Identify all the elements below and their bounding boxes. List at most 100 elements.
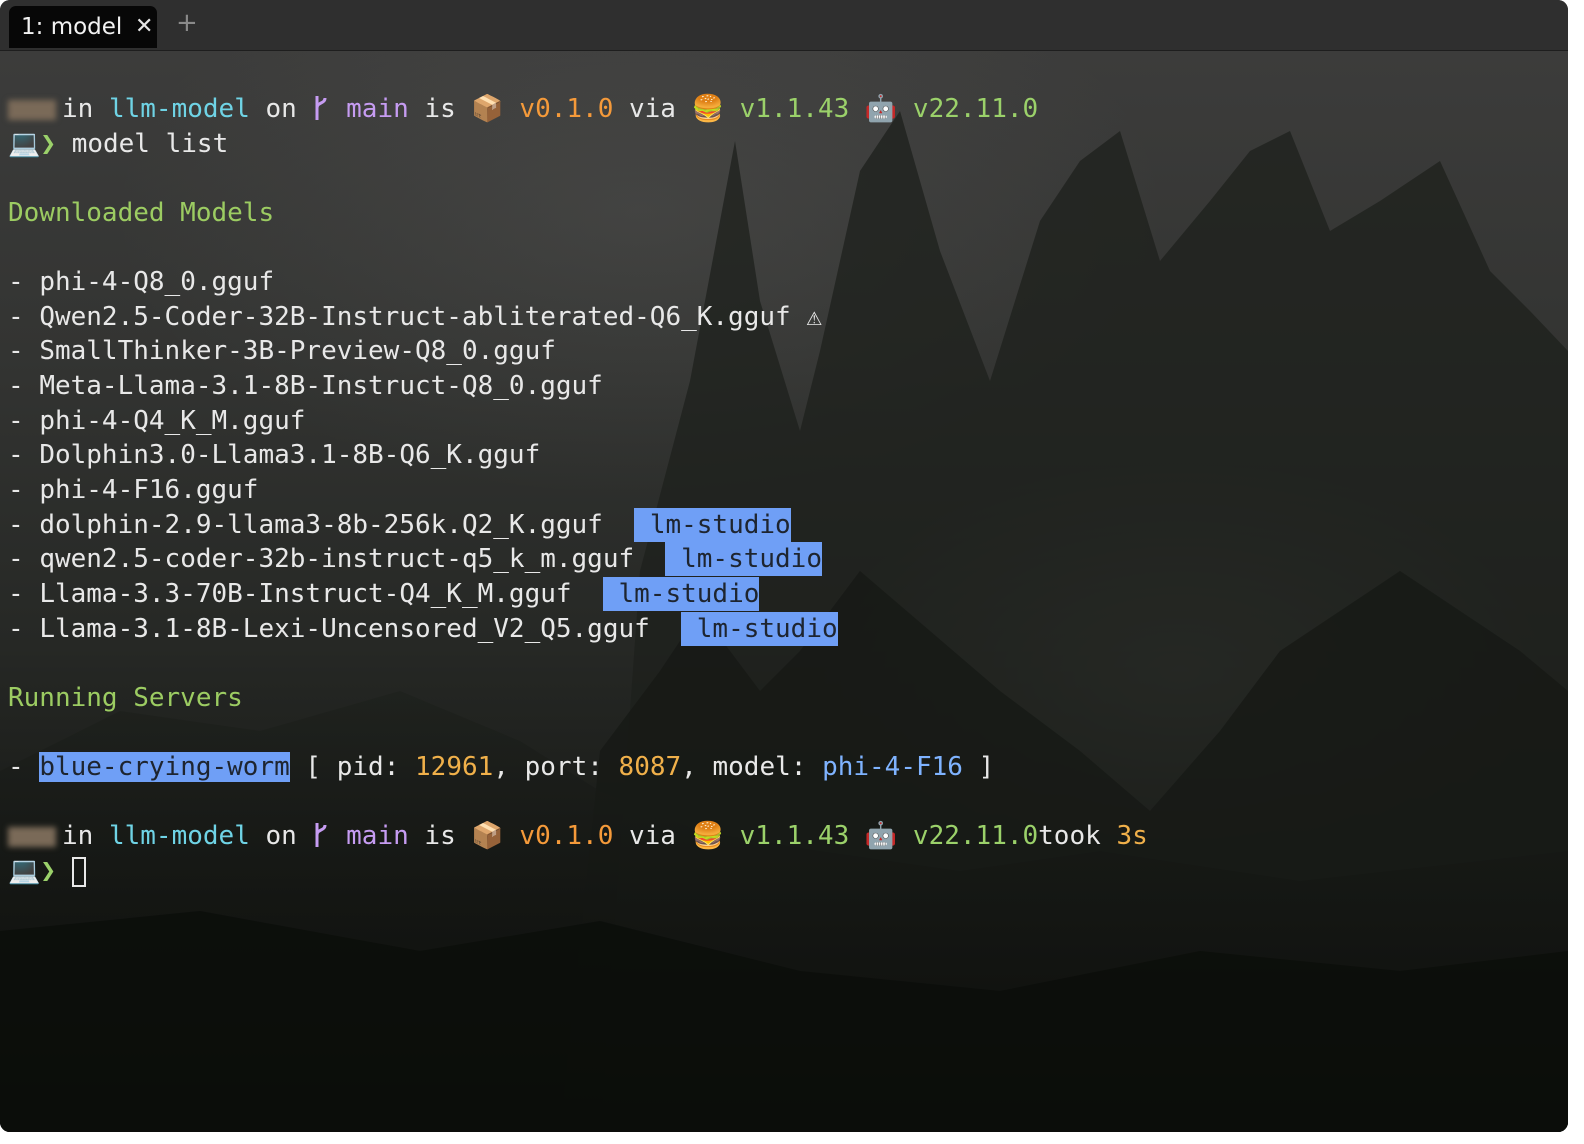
package-version: v0.1.0 [519,94,614,124]
package-version: v0.1.0 [519,821,614,851]
model-name: phi-4-Q8_0.gguf [39,267,275,297]
badge-label: lm-studio [649,510,791,540]
node-icon: 🤖 [864,94,898,124]
command-text: model list [71,129,229,159]
list-item: - qwen2.5-coder-32b-instruct-q5_k_m.gguf… [8,542,822,576]
git-branch-name: main [346,94,409,124]
prompt-directory: llm-model [108,821,250,851]
prompt-line-2: in llm-model on main is 📦 v0.1.0 via 🍔 v… [8,819,1148,853]
running-servers-heading: Running Servers [8,683,243,713]
list-dash: - [8,752,24,782]
prompt-in: in [62,821,94,851]
badge-label: lm-studio [681,544,822,574]
close-icon[interactable]: ✕ [135,6,153,48]
list-item: - Qwen2.5-Coder-32B-Instruct-abliterated… [8,300,822,334]
model-name: SmallThinker-3B-Preview-Q8_0.gguf [39,336,556,366]
prompt-arrow: ❯ [40,856,57,886]
new-tab-icon[interactable]: + [176,8,198,38]
prompt-is: is [424,94,456,124]
port-label: port: [524,752,603,782]
package-icon: 📦 [471,821,504,851]
git-branch-icon [312,819,330,853]
list-dash: - [8,579,24,609]
list-item: - Llama-3.3-70B-Instruct-Q4_K_M.gguf lm-… [8,577,760,611]
prompt-arrow: ❯ [40,129,57,159]
model-name: dolphin-2.9-llama3-8b-256k.Q2_K.gguf [39,510,603,540]
model-name: Llama-3.3-70B-Instruct-Q4_K_M.gguf [39,579,572,609]
terminal-output[interactable]: in llm-model on main is 📦 v0.1.0 via 🍔 v… [8,92,1148,887]
tab-title: 1: model [21,14,123,40]
model-label: model: [712,752,807,782]
text-cursor [71,856,86,887]
model-name: qwen2.5-coder-32b-instruct-q5_k_m.gguf [39,544,635,574]
model-name: Dolphin3.0-Llama3.1-8B-Q6_K.gguf [39,440,541,470]
list-item: - dolphin-2.9-llama3-8b-256k.Q2_K.gguf l… [8,508,791,542]
bun-icon: 🍔 [691,94,724,124]
list-item: - Dolphin3.0-Llama3.1-8B-Q6_K.gguf [8,438,540,472]
package-icon: 📦 [471,94,504,124]
redacted-username [8,826,56,847]
terminal-window: 1: model ✕ + in llm-model on main is 📦 v… [0,0,1568,1132]
bracket-close: ] [978,752,995,782]
server-model: phi-4-F16 [822,752,963,782]
list-dash: - [8,510,24,540]
badge-label: lm-studio [696,614,838,644]
list-item: - Meta-Llama-3.1-8B-Instruct-Q8_0.gguf [8,369,603,403]
prompt-is: is [424,821,456,851]
prompt-directory: llm-model [108,94,250,124]
tab-bar: 1: model ✕ + [0,0,1568,51]
prompt-on: on [265,94,297,124]
prompt-on: on [265,821,297,851]
list-dash: - [8,336,24,366]
list-dash: - [8,614,24,644]
bun-icon: 🍔 [691,821,724,851]
list-dash: - [8,406,24,436]
lm-studio-badge: lm-studio [665,542,822,576]
list-dash: - [8,302,24,332]
tab-model[interactable]: 1: model ✕ [9,6,157,48]
warning-icon: ⚠ [806,302,822,332]
prompt-line: in llm-model on main is 📦 v0.1.0 via 🍔 v… [8,92,1038,126]
prompt-in: in [62,94,94,124]
laptop-icon: 💻 [8,856,41,886]
server-entry: - blue-crying-worm [ pid: 12961, port: 8… [8,752,995,782]
list-item: - phi-4-Q8_0.gguf [8,265,274,299]
list-dash: - [8,267,24,297]
badge-label: lm-studio [618,579,760,609]
list-item: - phi-4-Q4_K_M.gguf [8,404,305,438]
list-item: - phi-4-F16.gguf [8,473,258,507]
node-icon: 🤖 [864,821,898,851]
node-version: v22.11.0 [912,821,1039,851]
git-branch-name: main [346,821,409,851]
took-label: took [1038,821,1101,851]
list-dash: - [8,544,24,574]
bracket-open: [ [305,752,322,782]
took-value: 3s [1116,821,1148,851]
bun-version: v1.1.43 [739,821,850,851]
lm-studio-badge: lm-studio [602,577,760,611]
redacted-username [8,99,56,120]
list-item: - SmallThinker-3B-Preview-Q8_0.gguf [8,334,556,368]
list-dash: - [8,475,24,505]
pid-label: pid: [336,752,400,782]
model-name: Llama-3.1-8B-Lexi-Uncensored_V2_Q5.gguf [39,614,650,644]
model-name: phi-4-F16.gguf [39,475,259,505]
prompt-via: via [629,821,676,851]
list-dash: - [8,440,24,470]
bun-version: v1.1.43 [739,94,850,124]
downloaded-models-heading: Downloaded Models [8,198,275,228]
git-branch-icon [312,92,330,126]
list-item: - Llama-3.1-8B-Lexi-Uncensored_V2_Q5.ggu… [8,612,838,646]
model-name: phi-4-Q4_K_M.gguf [39,406,306,436]
laptop-icon: 💻 [8,129,41,159]
prompt-via: via [629,94,676,124]
lm-studio-badge: lm-studio [681,612,838,646]
model-name: Qwen2.5-Coder-32B-Instruct-abliterated-Q… [39,302,791,332]
input-line[interactable]: 💻❯ [8,854,86,888]
server-name[interactable]: blue-crying-worm [39,752,290,782]
lm-studio-badge: lm-studio [634,508,791,542]
command-line: 💻❯ model list [8,127,228,161]
list-dash: - [8,371,24,401]
server-port: 8087 [618,752,682,782]
node-version: v22.11.0 [912,94,1039,124]
